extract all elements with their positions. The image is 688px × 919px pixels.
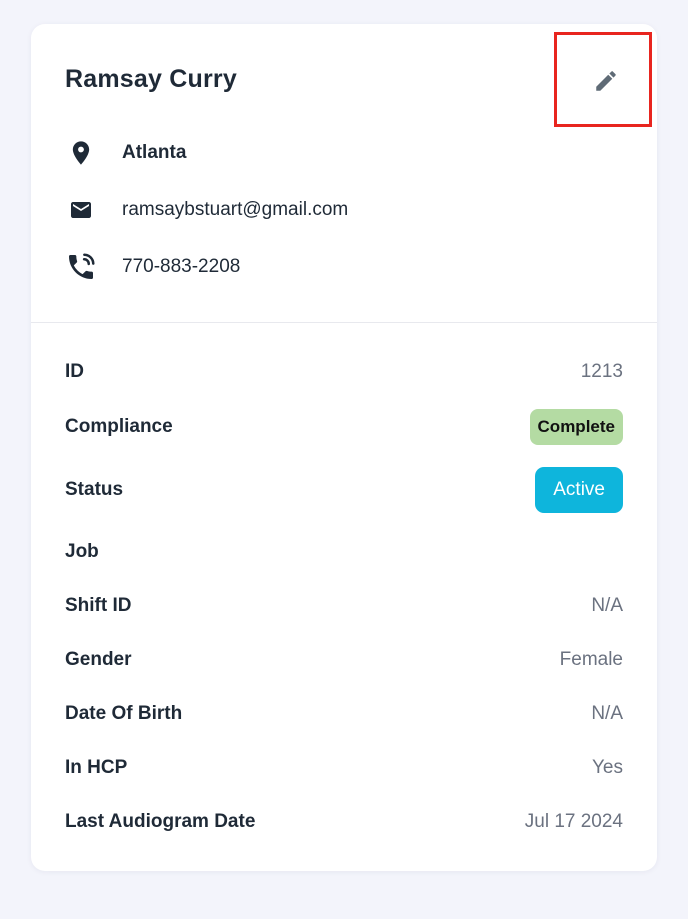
status-badge: Active [535,467,623,513]
email-text[interactable]: ramsaybstuart@gmail.com [122,199,348,221]
detail-row-job: Job [65,532,623,572]
location-text: Atlanta [122,142,187,163]
phone-text[interactable]: 770-883-2208 [122,256,240,278]
detail-label: Compliance [65,416,173,437]
envelope-icon [65,194,97,226]
detail-row-gender: Gender Female [65,640,623,680]
edit-button[interactable] [554,32,652,127]
detail-row-id: ID 1213 [65,352,623,392]
detail-label: Shift ID [65,595,132,616]
detail-row-in-hcp: In HCP Yes [65,748,623,788]
detail-label: ID [65,361,84,382]
detail-label: Status [65,479,124,500]
profile-header: Ramsay Curry Atlanta ramsaybstuart@gmail… [31,24,657,323]
detail-value: 1213 [580,361,623,382]
detail-row-date-of-birth: Date Of Birth N/A [65,694,623,734]
detail-value: N/A [591,595,623,616]
location-row: Atlanta [65,136,186,170]
detail-label: Date Of Birth [65,703,183,724]
phone-row: 770-883-2208 [65,250,240,284]
detail-value: Jul 17 2024 [524,811,623,832]
email-row: ramsaybstuart@gmail.com [65,193,348,227]
detail-label: In HCP [65,757,128,778]
location-pin-icon [65,137,97,169]
detail-row-status: Status Active [65,467,623,513]
detail-row-compliance: Compliance Complete [65,407,623,447]
pencil-icon [596,71,616,91]
profile-card: Ramsay Curry Atlanta ramsaybstuart@gmail… [31,24,657,871]
compliance-badge: Complete [529,409,623,445]
detail-value: N/A [591,703,623,724]
profile-name: Ramsay Curry [65,65,237,93]
detail-label: Gender [65,649,132,670]
detail-value: Yes [592,757,623,778]
detail-label: Job [65,541,99,562]
detail-label: Last Audiogram Date [65,811,256,832]
detail-row-shift-id: Shift ID N/A [65,586,623,626]
detail-value: Female [559,649,623,670]
detail-row-last-audiogram-date: Last Audiogram Date Jul 17 2024 [65,802,623,842]
phone-icon [65,251,97,283]
